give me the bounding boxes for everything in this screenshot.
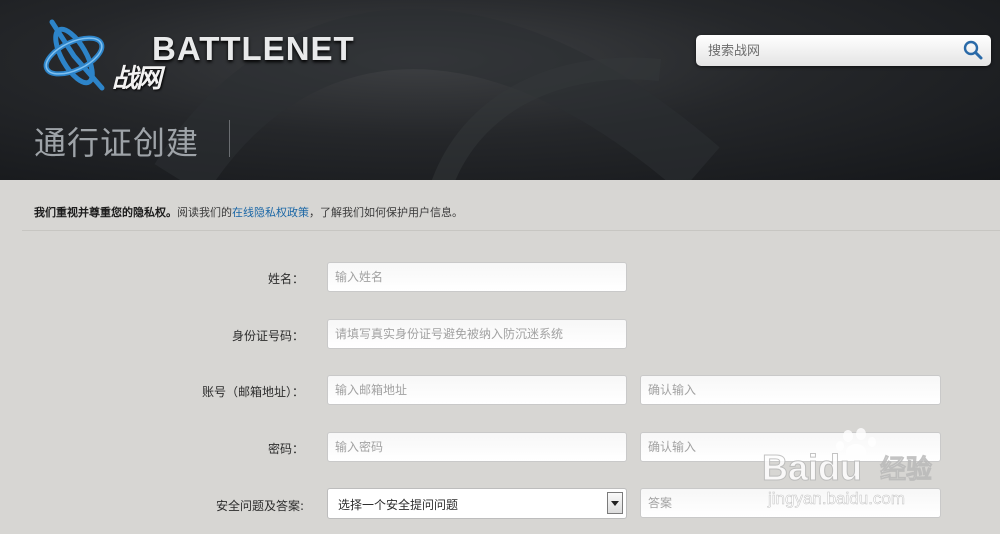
battlenet-logo[interactable] (32, 12, 116, 100)
security-question-select[interactable]: 选择一个安全提问问题 (327, 488, 627, 519)
section-divider (22, 230, 1000, 231)
name-field-wrap (327, 262, 627, 292)
search-icon[interactable] (963, 40, 983, 64)
privacy-policy-link[interactable]: 在线隐私权政策 (232, 206, 309, 219)
name-input[interactable] (328, 263, 626, 291)
id-number-input[interactable] (328, 320, 626, 348)
watermark-url: jingyan.baidu.com (767, 489, 905, 508)
email-confirm-field-wrap (640, 375, 941, 405)
chevron-down-icon (611, 501, 619, 506)
search-box (696, 35, 991, 66)
privacy-tail-text: ，了解我们如何保护用户信息。 (309, 206, 463, 219)
dropdown-button[interactable] (607, 492, 623, 514)
email-confirm-input[interactable] (641, 376, 940, 404)
page-title: 通行证创建 (34, 124, 200, 162)
privacy-lead-text: 阅读我们的 (177, 206, 232, 219)
security-question-selected: 选择一个安全提问问题 (338, 498, 459, 512)
password-field-wrap (327, 432, 627, 462)
name-label: 姓名： (267, 272, 304, 286)
account-field-wrap (327, 375, 627, 405)
id-number-field-wrap (327, 319, 627, 349)
site-header: BATTLENET 战网 通行证创建 (0, 0, 1000, 180)
password-label: 密码： (267, 442, 304, 456)
watermark-brand: Baidu (762, 447, 862, 488)
battlenet-cn-wordmark: 战网 (112, 64, 162, 94)
battlenet-wordmark: BATTLENET (152, 30, 355, 67)
background-swirl (154, 9, 720, 180)
title-divider (229, 120, 230, 157)
battlenet-swirl-icon (43, 19, 105, 91)
privacy-notice: 我们重视并尊重您的隐私权。阅读我们的在线隐私权政策，了解我们如何保护用户信息。 (34, 204, 463, 220)
privacy-strong-text: 我们重视并尊重您的隐私权。 (34, 206, 177, 219)
password-input[interactable] (328, 433, 626, 461)
signup-content: 我们重视并尊重您的隐私权。阅读我们的在线隐私权政策，了解我们如何保护用户信息。 … (0, 180, 1000, 534)
search-input[interactable] (706, 39, 950, 63)
watermark-cn: 经验 (880, 454, 932, 485)
account-label: 账号（邮箱地址）： (201, 385, 304, 399)
baidu-jingyan-watermark: Baidu 经验 jingyan.baidu.com (760, 428, 950, 522)
security-question-label: 安全问题及答案: (215, 499, 304, 513)
email-input[interactable] (328, 376, 626, 404)
id-number-label: 身份证号码： (231, 329, 304, 343)
